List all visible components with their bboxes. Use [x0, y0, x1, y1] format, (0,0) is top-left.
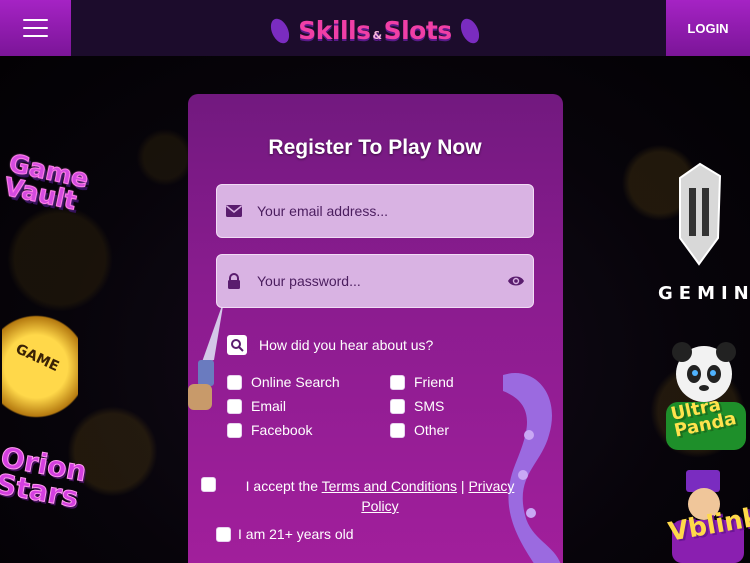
- tentacle-illustration-icon: [503, 373, 561, 563]
- option-friend[interactable]: Friend: [390, 374, 454, 390]
- menu-line: [23, 35, 48, 37]
- option-online-search[interactable]: Online Search: [227, 374, 340, 390]
- top-navigation-bar: Skills & Slots LOGIN: [0, 0, 750, 56]
- option-other[interactable]: Other: [390, 422, 449, 438]
- checkbox[interactable]: [227, 422, 242, 438]
- terms-checkbox[interactable]: [201, 477, 216, 492]
- terms-prefix: I accept the: [245, 478, 322, 494]
- checkbox[interactable]: [227, 374, 242, 390]
- logo-right-oval: [457, 15, 483, 47]
- checkbox[interactable]: [227, 398, 242, 414]
- menu-line: [23, 27, 48, 29]
- referral-question: How did you hear about us?: [227, 334, 433, 356]
- option-sms[interactable]: SMS: [390, 398, 444, 414]
- email-input[interactable]: [257, 185, 497, 237]
- option-label: Friend: [414, 374, 454, 390]
- password-input[interactable]: [257, 255, 497, 307]
- referral-question-label: How did you hear about us?: [259, 337, 434, 353]
- checkbox[interactable]: [390, 398, 405, 414]
- option-label: SMS: [414, 398, 445, 414]
- logo-left-oval: [267, 15, 293, 47]
- orion-stars-logo: Orion Stars: [0, 440, 90, 514]
- lock-icon: [228, 273, 240, 289]
- terms-agreement-text: I accept the Terms and Conditions | Priv…: [235, 476, 525, 516]
- age-label: I am 21+ years old: [238, 526, 354, 542]
- form-title: Register To Play Now: [268, 136, 482, 159]
- magic-wand-icon: [188, 300, 224, 410]
- login-button[interactable]: LOGIN: [666, 0, 750, 56]
- game-coin-text: GAME: [13, 341, 62, 375]
- option-label: Facebook: [251, 422, 313, 438]
- logo-word-slots: Slots: [383, 15, 453, 45]
- option-email[interactable]: Email: [227, 398, 286, 414]
- option-facebook[interactable]: Facebook: [227, 422, 312, 438]
- game-coin-logo: GAME: [2, 308, 78, 438]
- logo-word-skills: Skills: [298, 15, 371, 45]
- search-icon: [227, 335, 247, 355]
- age-checkbox[interactable]: [216, 526, 231, 542]
- email-field[interactable]: [216, 184, 534, 238]
- gemini-emblem-icon: [679, 162, 722, 266]
- checkbox[interactable]: [390, 374, 405, 390]
- envelope-icon: [226, 205, 242, 217]
- menu-line: [23, 19, 48, 21]
- age-confirmation[interactable]: I am 21+ years old: [216, 526, 354, 542]
- show-password-eye-icon[interactable]: [507, 274, 525, 288]
- hamburger-menu-button[interactable]: [0, 0, 71, 56]
- gemini-logo-text: GEMINI: [658, 283, 750, 304]
- terms-separator: |: [457, 478, 469, 494]
- option-label: Email: [251, 398, 287, 414]
- option-label: Online Search: [251, 374, 340, 390]
- password-field[interactable]: [216, 254, 534, 308]
- site-logo[interactable]: Skills & Slots: [267, 10, 483, 50]
- terms-and-conditions-link[interactable]: Terms and Conditions: [322, 478, 457, 494]
- checkbox[interactable]: [390, 422, 405, 438]
- option-label: Other: [414, 422, 450, 438]
- logo-ampersand: &: [372, 28, 383, 42]
